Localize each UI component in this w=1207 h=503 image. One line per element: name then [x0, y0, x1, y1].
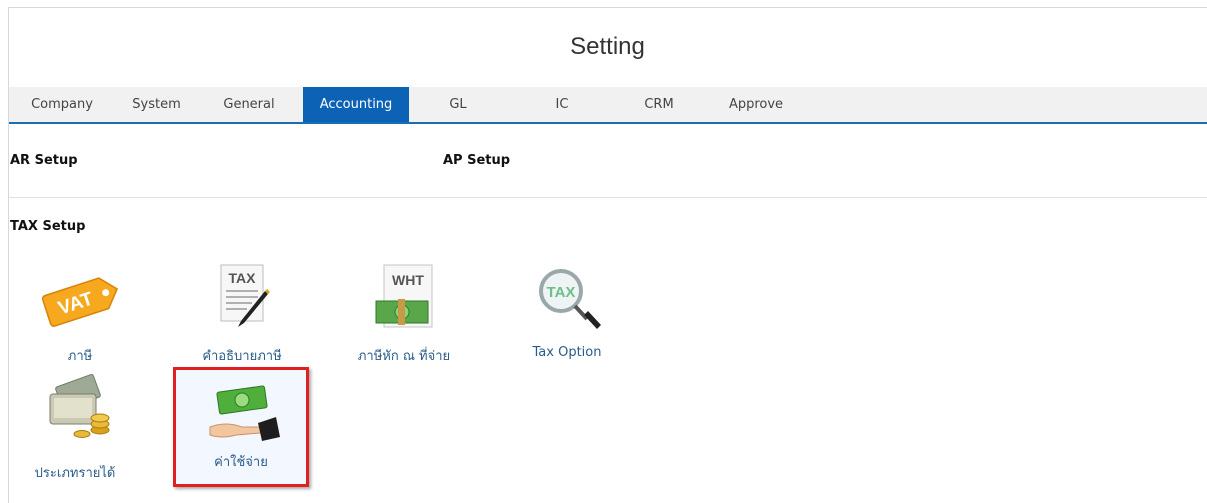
tax-document-pen-icon: TAX	[182, 263, 302, 343]
section-divider	[9, 197, 1207, 198]
tab-general[interactable]: General	[204, 87, 294, 122]
tax-item-vat[interactable]: VAT ภาษี	[20, 263, 140, 364]
vat-tag-icon: VAT	[20, 263, 140, 343]
tax-item-label: คำอธิบายภาษี	[202, 349, 282, 364]
wht-money-icon: WHT	[344, 263, 464, 343]
tab-ic[interactable]: IC	[527, 87, 597, 122]
ap-setup-heading: AP Setup	[443, 153, 511, 168]
tax-setup-heading: TAX Setup	[10, 219, 86, 234]
tax-magnifier-icon: TAX	[507, 263, 627, 343]
tax-item-label: ค่าใช้จ่าย	[214, 455, 268, 470]
tab-system[interactable]: System	[119, 87, 194, 122]
tax-item-description[interactable]: TAX คำอธิบายภาษี	[182, 263, 302, 364]
tax-item-expense[interactable]: ค่าใช้จ่าย	[181, 383, 301, 483]
tab-approve[interactable]: Approve	[711, 87, 801, 122]
tab-accounting[interactable]: Accounting	[303, 87, 409, 122]
wht-icon-text: WHT	[392, 272, 424, 288]
tax-item-option[interactable]: TAX Tax Option	[507, 263, 627, 363]
tax-item-wht[interactable]: WHT ภาษีหัก ณ ที่จ่าย	[344, 263, 464, 364]
tab-bar: Company System General Accounting GL IC …	[9, 87, 1207, 124]
page-title: Setting	[570, 33, 645, 60]
ar-setup-heading: AR Setup	[10, 153, 78, 168]
money-coins-icon	[15, 370, 135, 450]
tax-item-income-type[interactable]: ประเภทรายได้	[15, 370, 135, 481]
tax-item-label: ประเภทรายได้	[34, 466, 116, 481]
tab-crm[interactable]: CRM	[619, 87, 699, 122]
tab-company[interactable]: Company	[17, 87, 107, 122]
tax-item-label: ภาษีหัก ณ ที่จ่าย	[357, 349, 451, 364]
tab-gl[interactable]: GL	[423, 87, 493, 122]
tax-icon-text: TAX	[229, 270, 257, 286]
tax-item-label: ภาษี	[67, 349, 93, 364]
magnifier-icon-text: TAX	[547, 284, 576, 301]
tax-item-label: Tax Option	[532, 345, 602, 360]
